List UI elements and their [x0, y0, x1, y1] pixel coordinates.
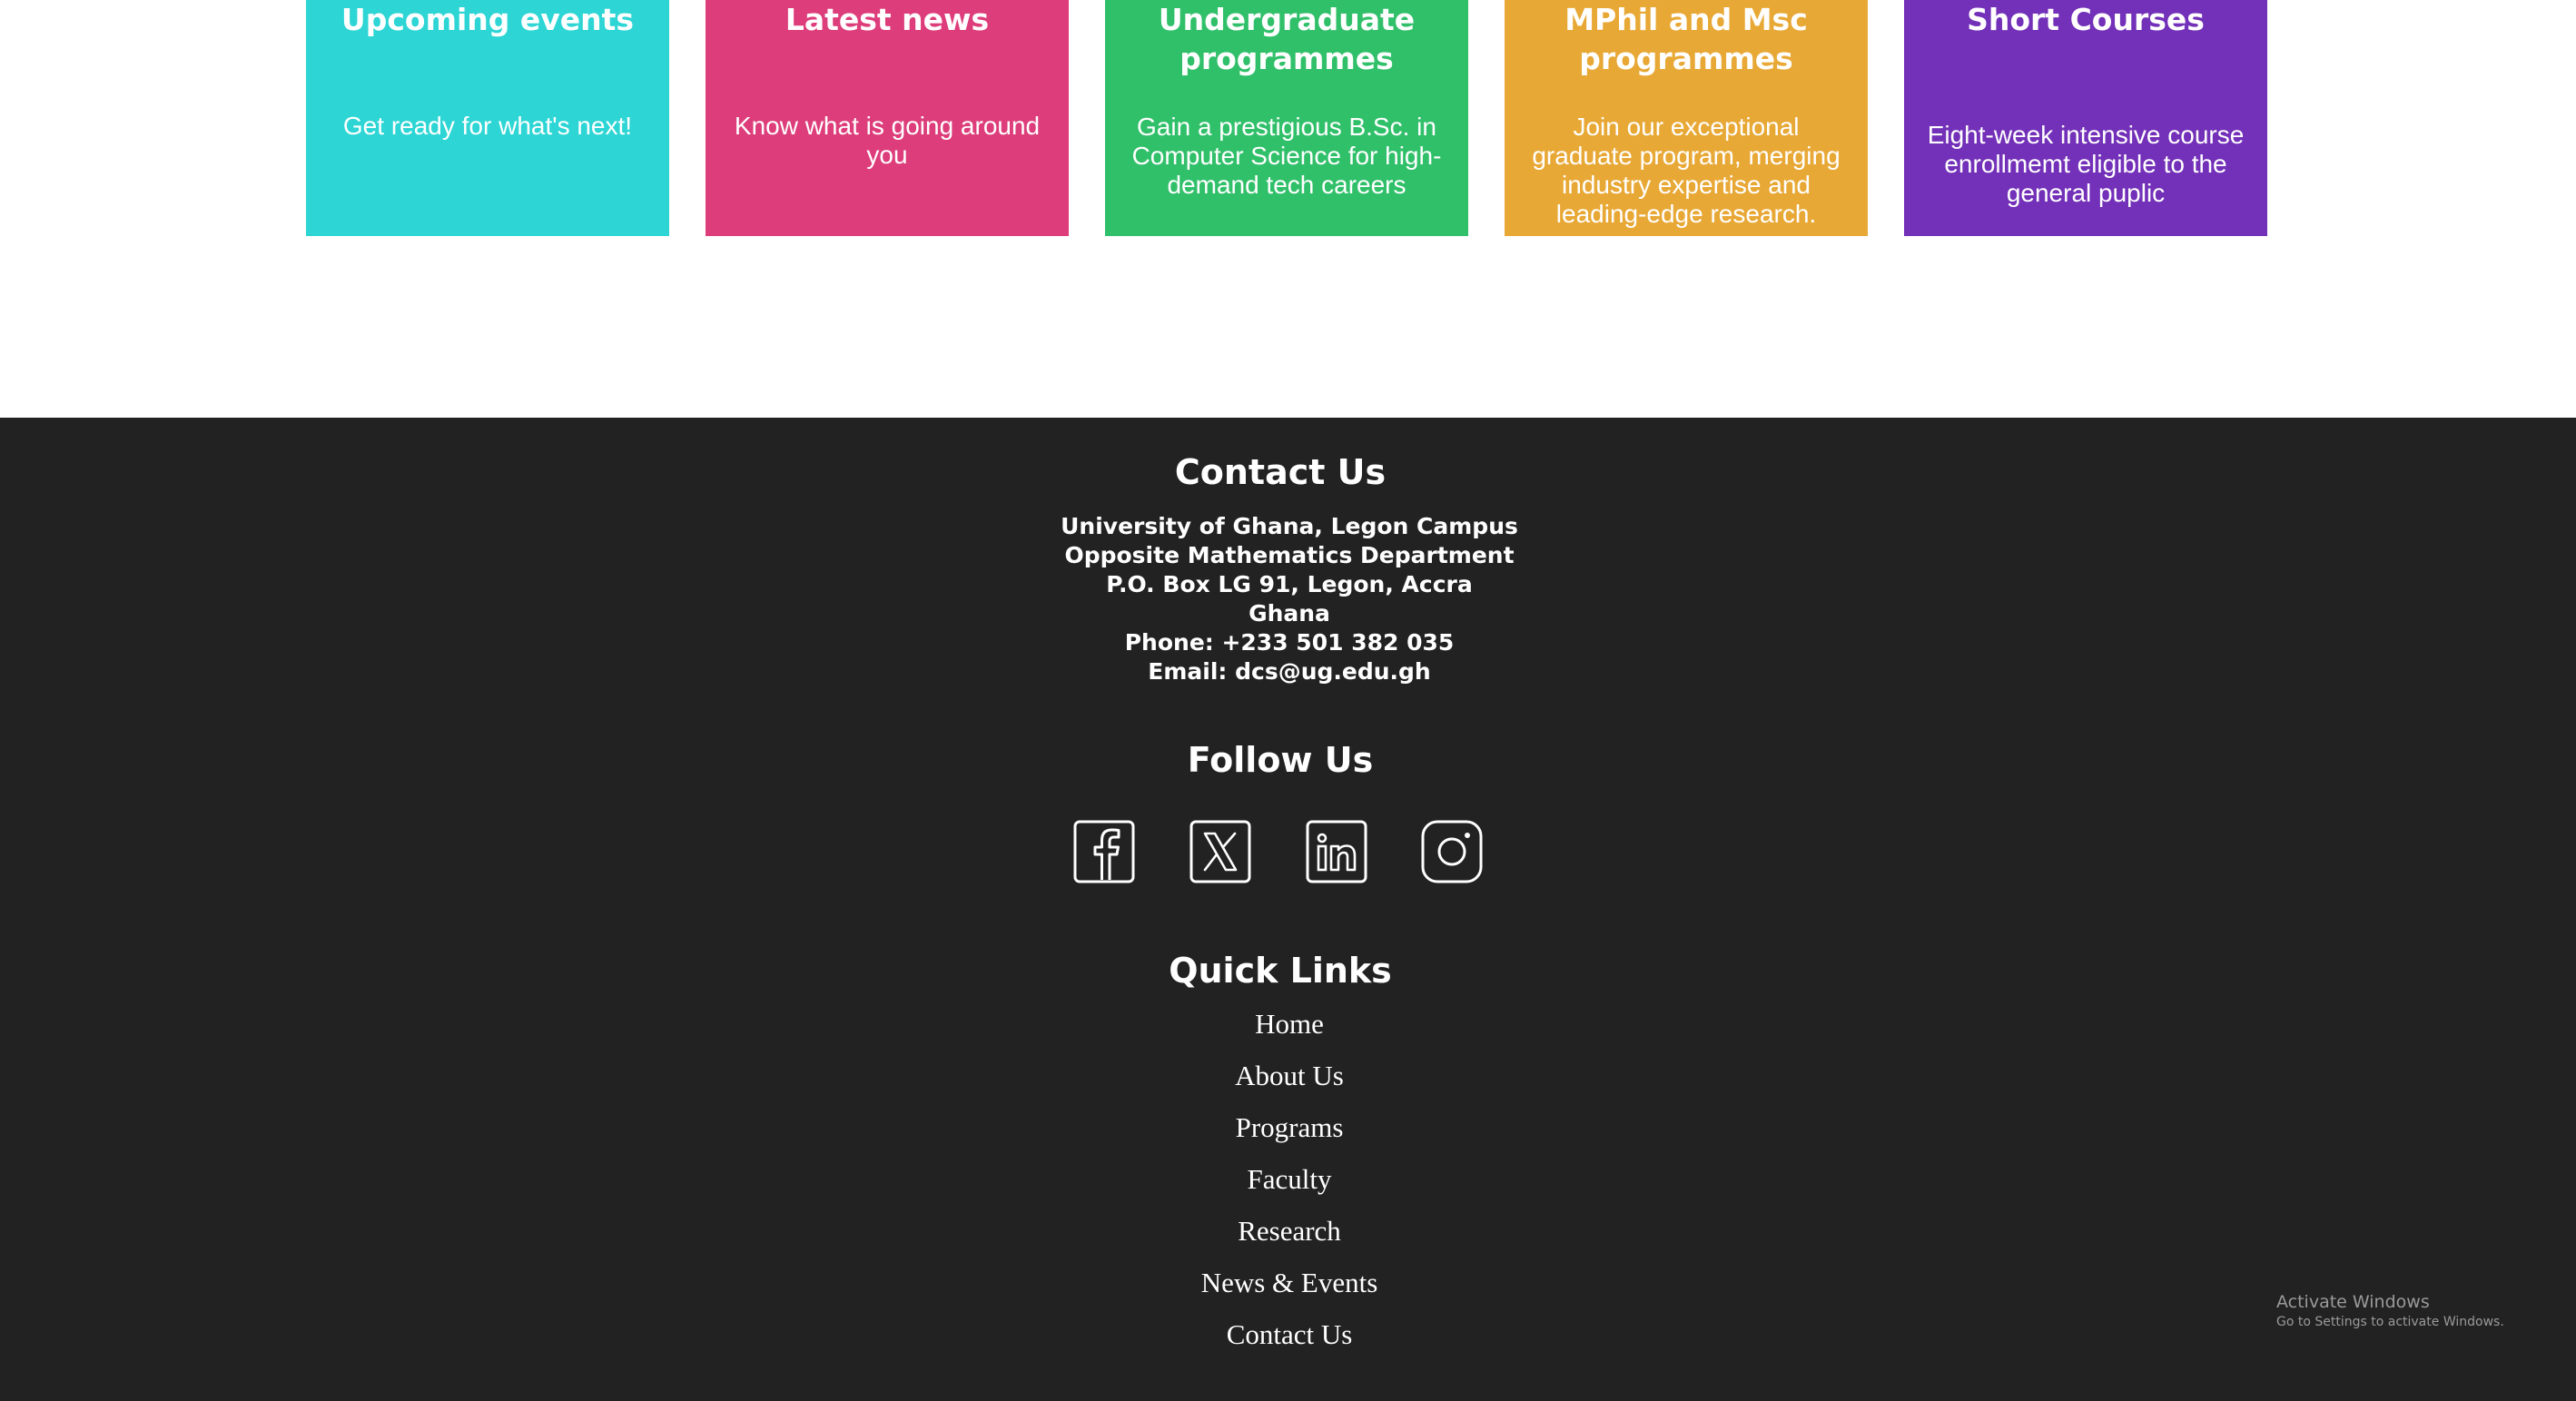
contact-location: Opposite Mathematics Department — [1064, 542, 1515, 568]
link-home[interactable]: Home — [1255, 1008, 1324, 1040]
card-title: MPhil and Msc programmes — [1564, 2, 1808, 76]
contact-phone: Phone: +233 501 382 035 — [1124, 629, 1455, 656]
x-twitter-icon[interactable] — [1189, 820, 1251, 883]
quick-link-item: Home — [0, 1006, 2576, 1058]
card-title: Undergraduate programmes — [1158, 2, 1416, 76]
quick-link-item: About Us — [0, 1058, 2576, 1110]
card-description: Eight-week intensive course enrollmemt e… — [1927, 121, 2245, 207]
contact-campus: University of Ghana, Legon Campus — [1061, 513, 1518, 539]
link-programs[interactable]: Programs — [1236, 1111, 1344, 1143]
contact-details: University of Ghana, Legon Campus Opposi… — [0, 512, 2576, 686]
card-short-courses[interactable]: Short Courses Eight-week intensive cours… — [1904, 0, 2267, 236]
activate-windows-watermark: Activate Windows Go to Settings to activ… — [2276, 1291, 2504, 1331]
instagram-icon[interactable] — [1421, 820, 1483, 883]
quick-link-item: Research — [0, 1213, 2576, 1265]
contact-country: Ghana — [1249, 600, 1330, 627]
linkedin-icon[interactable] — [1306, 820, 1367, 883]
quick-link-item: News & Events — [0, 1265, 2576, 1317]
card-latest-news[interactable]: Latest news Know what is going around yo… — [706, 0, 1069, 236]
social-links — [1073, 820, 1491, 885]
card-mphil-msc-programmes[interactable]: MPhil and Msc programmes Join our except… — [1505, 0, 1868, 236]
feature-cards-section: Upcoming events Get ready for what's nex… — [0, 0, 2576, 418]
card-title: Short Courses — [1967, 2, 2205, 37]
site-footer: Contact Us University of Ghana, Legon Ca… — [0, 418, 2576, 1401]
card-upcoming-events[interactable]: Upcoming events Get ready for what's nex… — [306, 0, 669, 236]
quick-link-item: Contact Us — [0, 1317, 2576, 1368]
card-undergraduate-programmes[interactable]: Undergraduate programmes Gain a prestigi… — [1105, 0, 1468, 236]
quick-links-list: Home About Us Programs Faculty Research … — [0, 1006, 2576, 1368]
card-title: Latest news — [785, 2, 990, 37]
quick-links-heading: Quick Links — [1169, 951, 1392, 991]
facebook-icon[interactable] — [1073, 820, 1135, 883]
contact-po-box: P.O. Box LG 91, Legon, Accra — [1106, 571, 1473, 597]
watermark-title: Activate Windows — [2276, 1292, 2430, 1312]
quick-link-item: Faculty — [0, 1161, 2576, 1213]
link-research[interactable]: Research — [1238, 1215, 1341, 1247]
link-news-events[interactable]: News & Events — [1201, 1267, 1378, 1298]
card-description: Know what is going around you — [734, 112, 1041, 169]
card-title: Upcoming events — [341, 2, 635, 37]
card-description: Gain a prestigious B.Sc. in Computer Sci… — [1131, 113, 1442, 199]
page: Upcoming events Get ready for what's nex… — [0, 0, 2576, 1401]
watermark-subtitle: Go to Settings to activate Windows. — [2276, 1315, 2504, 1329]
follow-heading: Follow Us — [1187, 740, 1374, 780]
link-about-us[interactable]: About Us — [1235, 1060, 1344, 1091]
card-description: Join our exceptional graduate program, m… — [1532, 113, 1841, 228]
contact-heading: Contact Us — [1174, 452, 1387, 492]
link-faculty[interactable]: Faculty — [1248, 1163, 1332, 1195]
quick-link-item: Programs — [0, 1110, 2576, 1161]
contact-email: Email: dcs@ug.edu.gh — [1148, 658, 1431, 685]
card-description: Get ready for what's next! — [342, 112, 633, 140]
link-contact-us[interactable]: Contact Us — [1227, 1318, 1353, 1350]
